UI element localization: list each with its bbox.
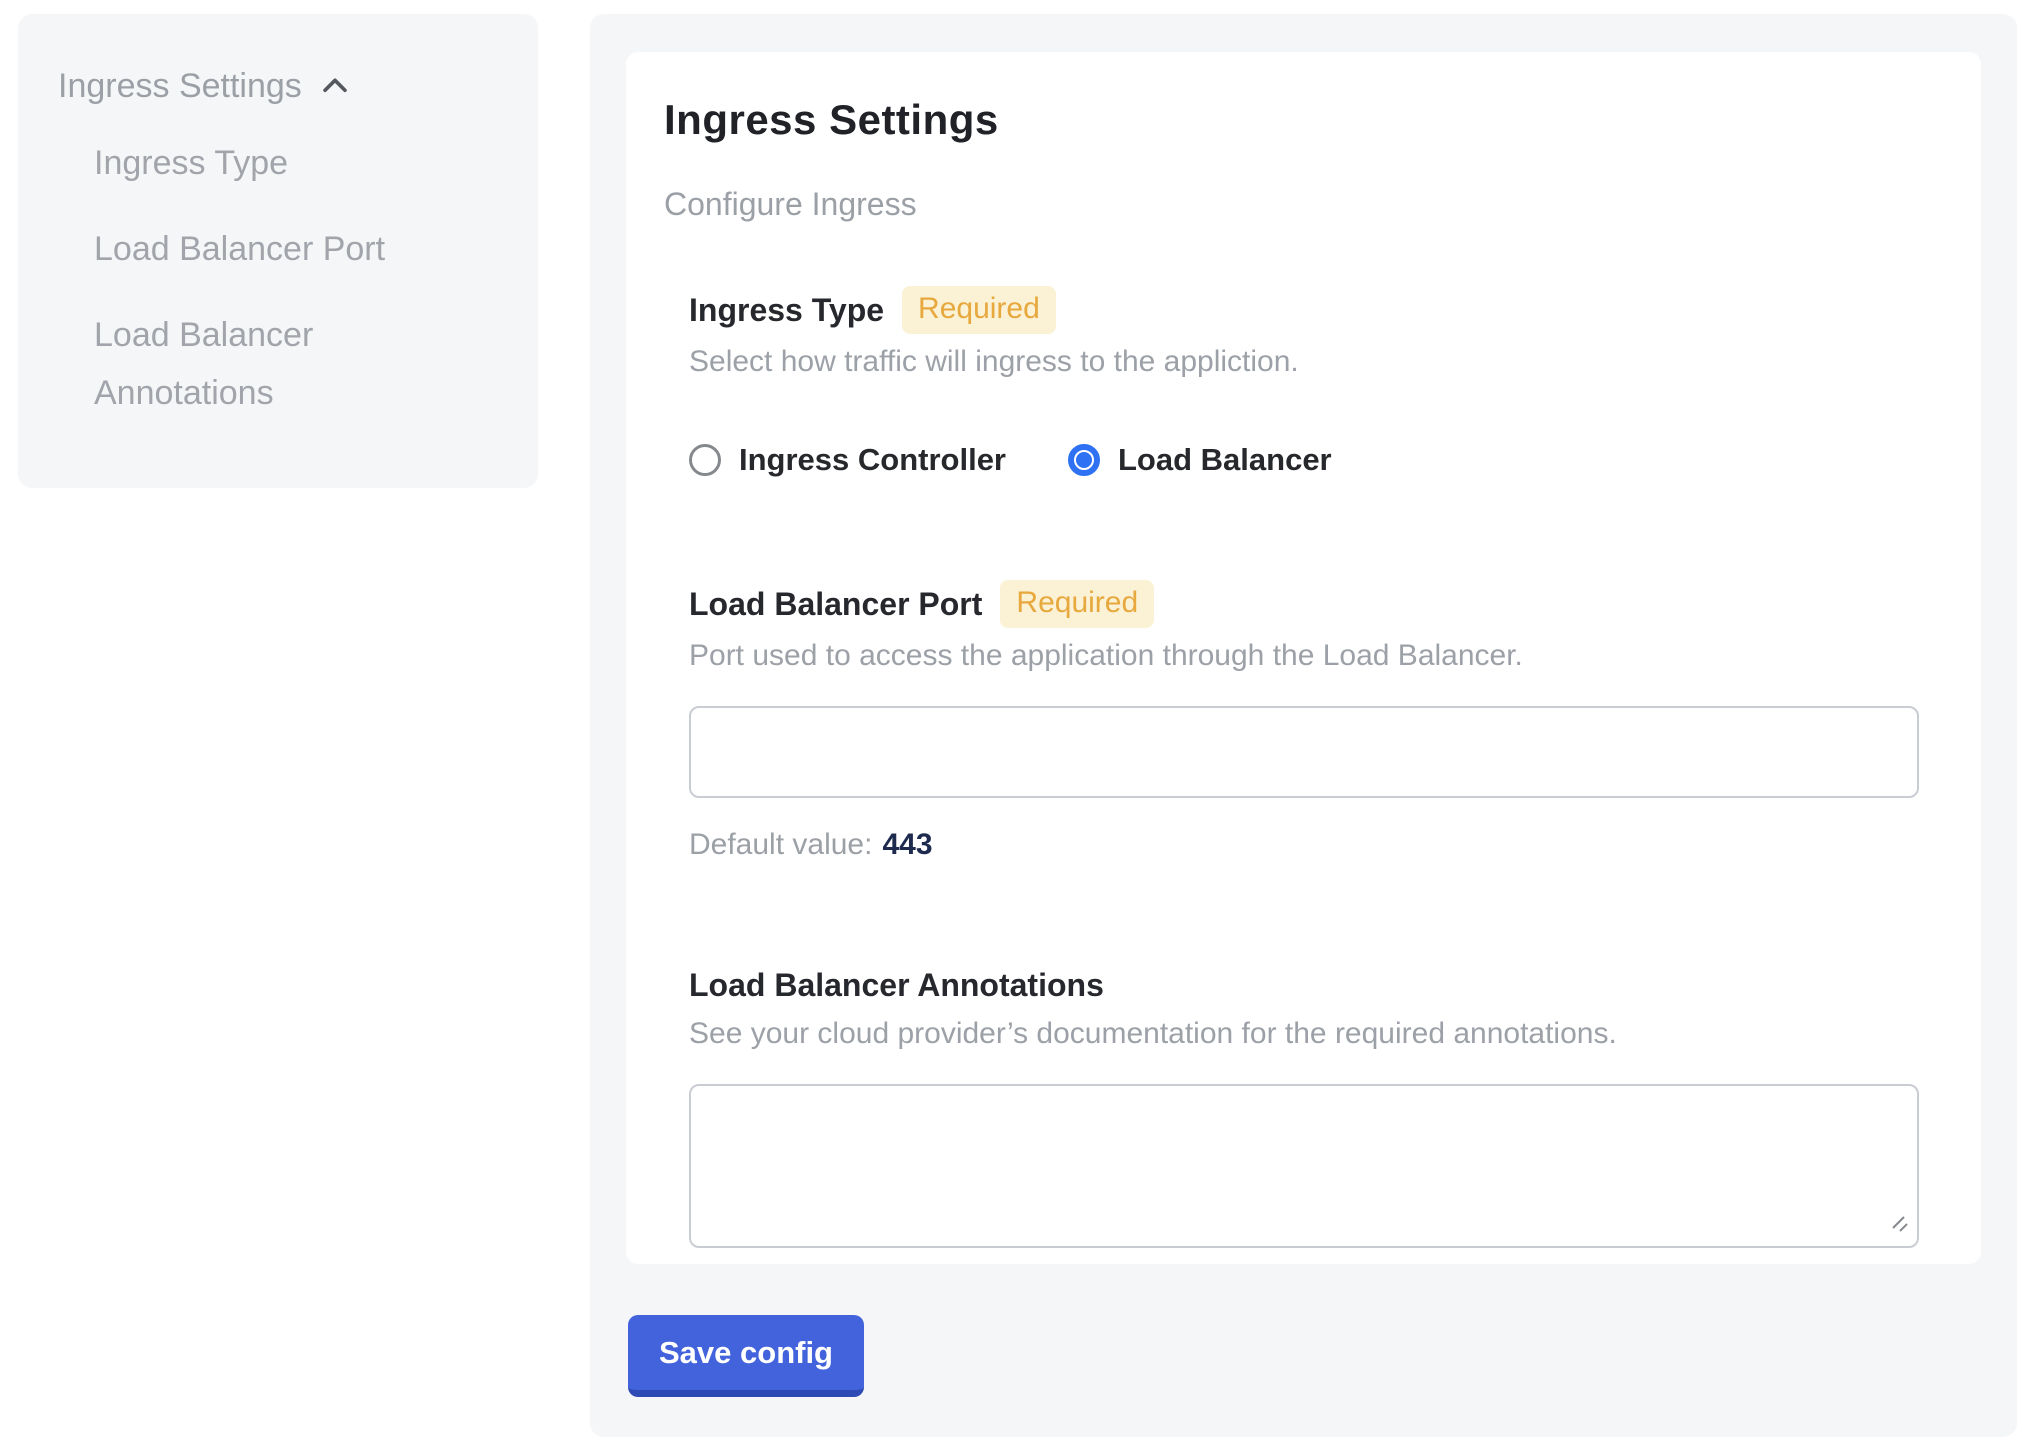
default-value-row: Default value: 443: [689, 826, 1919, 864]
toc-item-load-balancer-annotations[interactable]: Load Balancer Annotations: [58, 306, 498, 422]
load-balancer-annotations-textarea[interactable]: [689, 1084, 1919, 1248]
toc-list: Ingress Type Load Balancer Port Load Bal…: [58, 134, 498, 422]
ingress-type-description: Select how traffic will ingress to the a…: [689, 342, 1919, 382]
ingress-settings-card: Ingress Settings Configure Ingress Ingre…: [626, 52, 1981, 1264]
sidebar-section-ingress-settings[interactable]: Ingress Settings: [58, 66, 498, 106]
radio-option-load-balancer[interactable]: Load Balancer: [1068, 440, 1332, 480]
section-load-balancer-annotations: Load Balancer Annotations See your cloud…: [689, 964, 1919, 1248]
settings-toc-sidebar: Ingress Settings Ingress Type Load Balan…: [18, 14, 538, 488]
chevron-up-icon: [318, 69, 352, 103]
toc-item-ingress-type[interactable]: Ingress Type: [58, 134, 498, 192]
section-load-balancer-port: Load Balancer Port Required Port used to…: [689, 580, 1919, 864]
radio-button-ingress-controller[interactable]: [689, 444, 721, 476]
load-balancer-annotations-label: Load Balancer Annotations: [689, 964, 1104, 1006]
radio-button-load-balancer[interactable]: [1068, 444, 1100, 476]
section-ingress-type: Ingress Type Required Select how traffic…: [689, 286, 1919, 480]
required-badge: Required: [1000, 580, 1154, 628]
load-balancer-port-description: Port used to access the application thro…: [689, 636, 1919, 676]
settings-main-panel: Ingress Settings Configure Ingress Ingre…: [590, 14, 2017, 1437]
default-value-label: Default value:: [689, 828, 872, 861]
required-badge: Required: [902, 286, 1056, 334]
annotations-textarea-wrap: [689, 1084, 1919, 1248]
ingress-type-radio-group: Ingress Controller Load Balancer: [689, 440, 1919, 480]
page-subtitle: Configure Ingress: [664, 184, 1919, 224]
save-config-button[interactable]: Save config: [628, 1315, 864, 1397]
radio-label-load-balancer: Load Balancer: [1118, 440, 1332, 480]
load-balancer-annotations-description: See your cloud provider’s documentation …: [689, 1014, 1919, 1054]
default-value: 443: [882, 828, 932, 861]
load-balancer-port-input[interactable]: [689, 706, 1919, 798]
toc-item-load-balancer-port[interactable]: Load Balancer Port: [58, 220, 498, 278]
load-balancer-port-label: Load Balancer Port: [689, 583, 982, 625]
sidebar-section-label: Ingress Settings: [58, 66, 302, 106]
page-title: Ingress Settings: [664, 94, 1919, 146]
ingress-type-label: Ingress Type: [689, 289, 884, 331]
radio-option-ingress-controller[interactable]: Ingress Controller: [689, 440, 1006, 480]
radio-label-ingress-controller: Ingress Controller: [739, 440, 1006, 480]
